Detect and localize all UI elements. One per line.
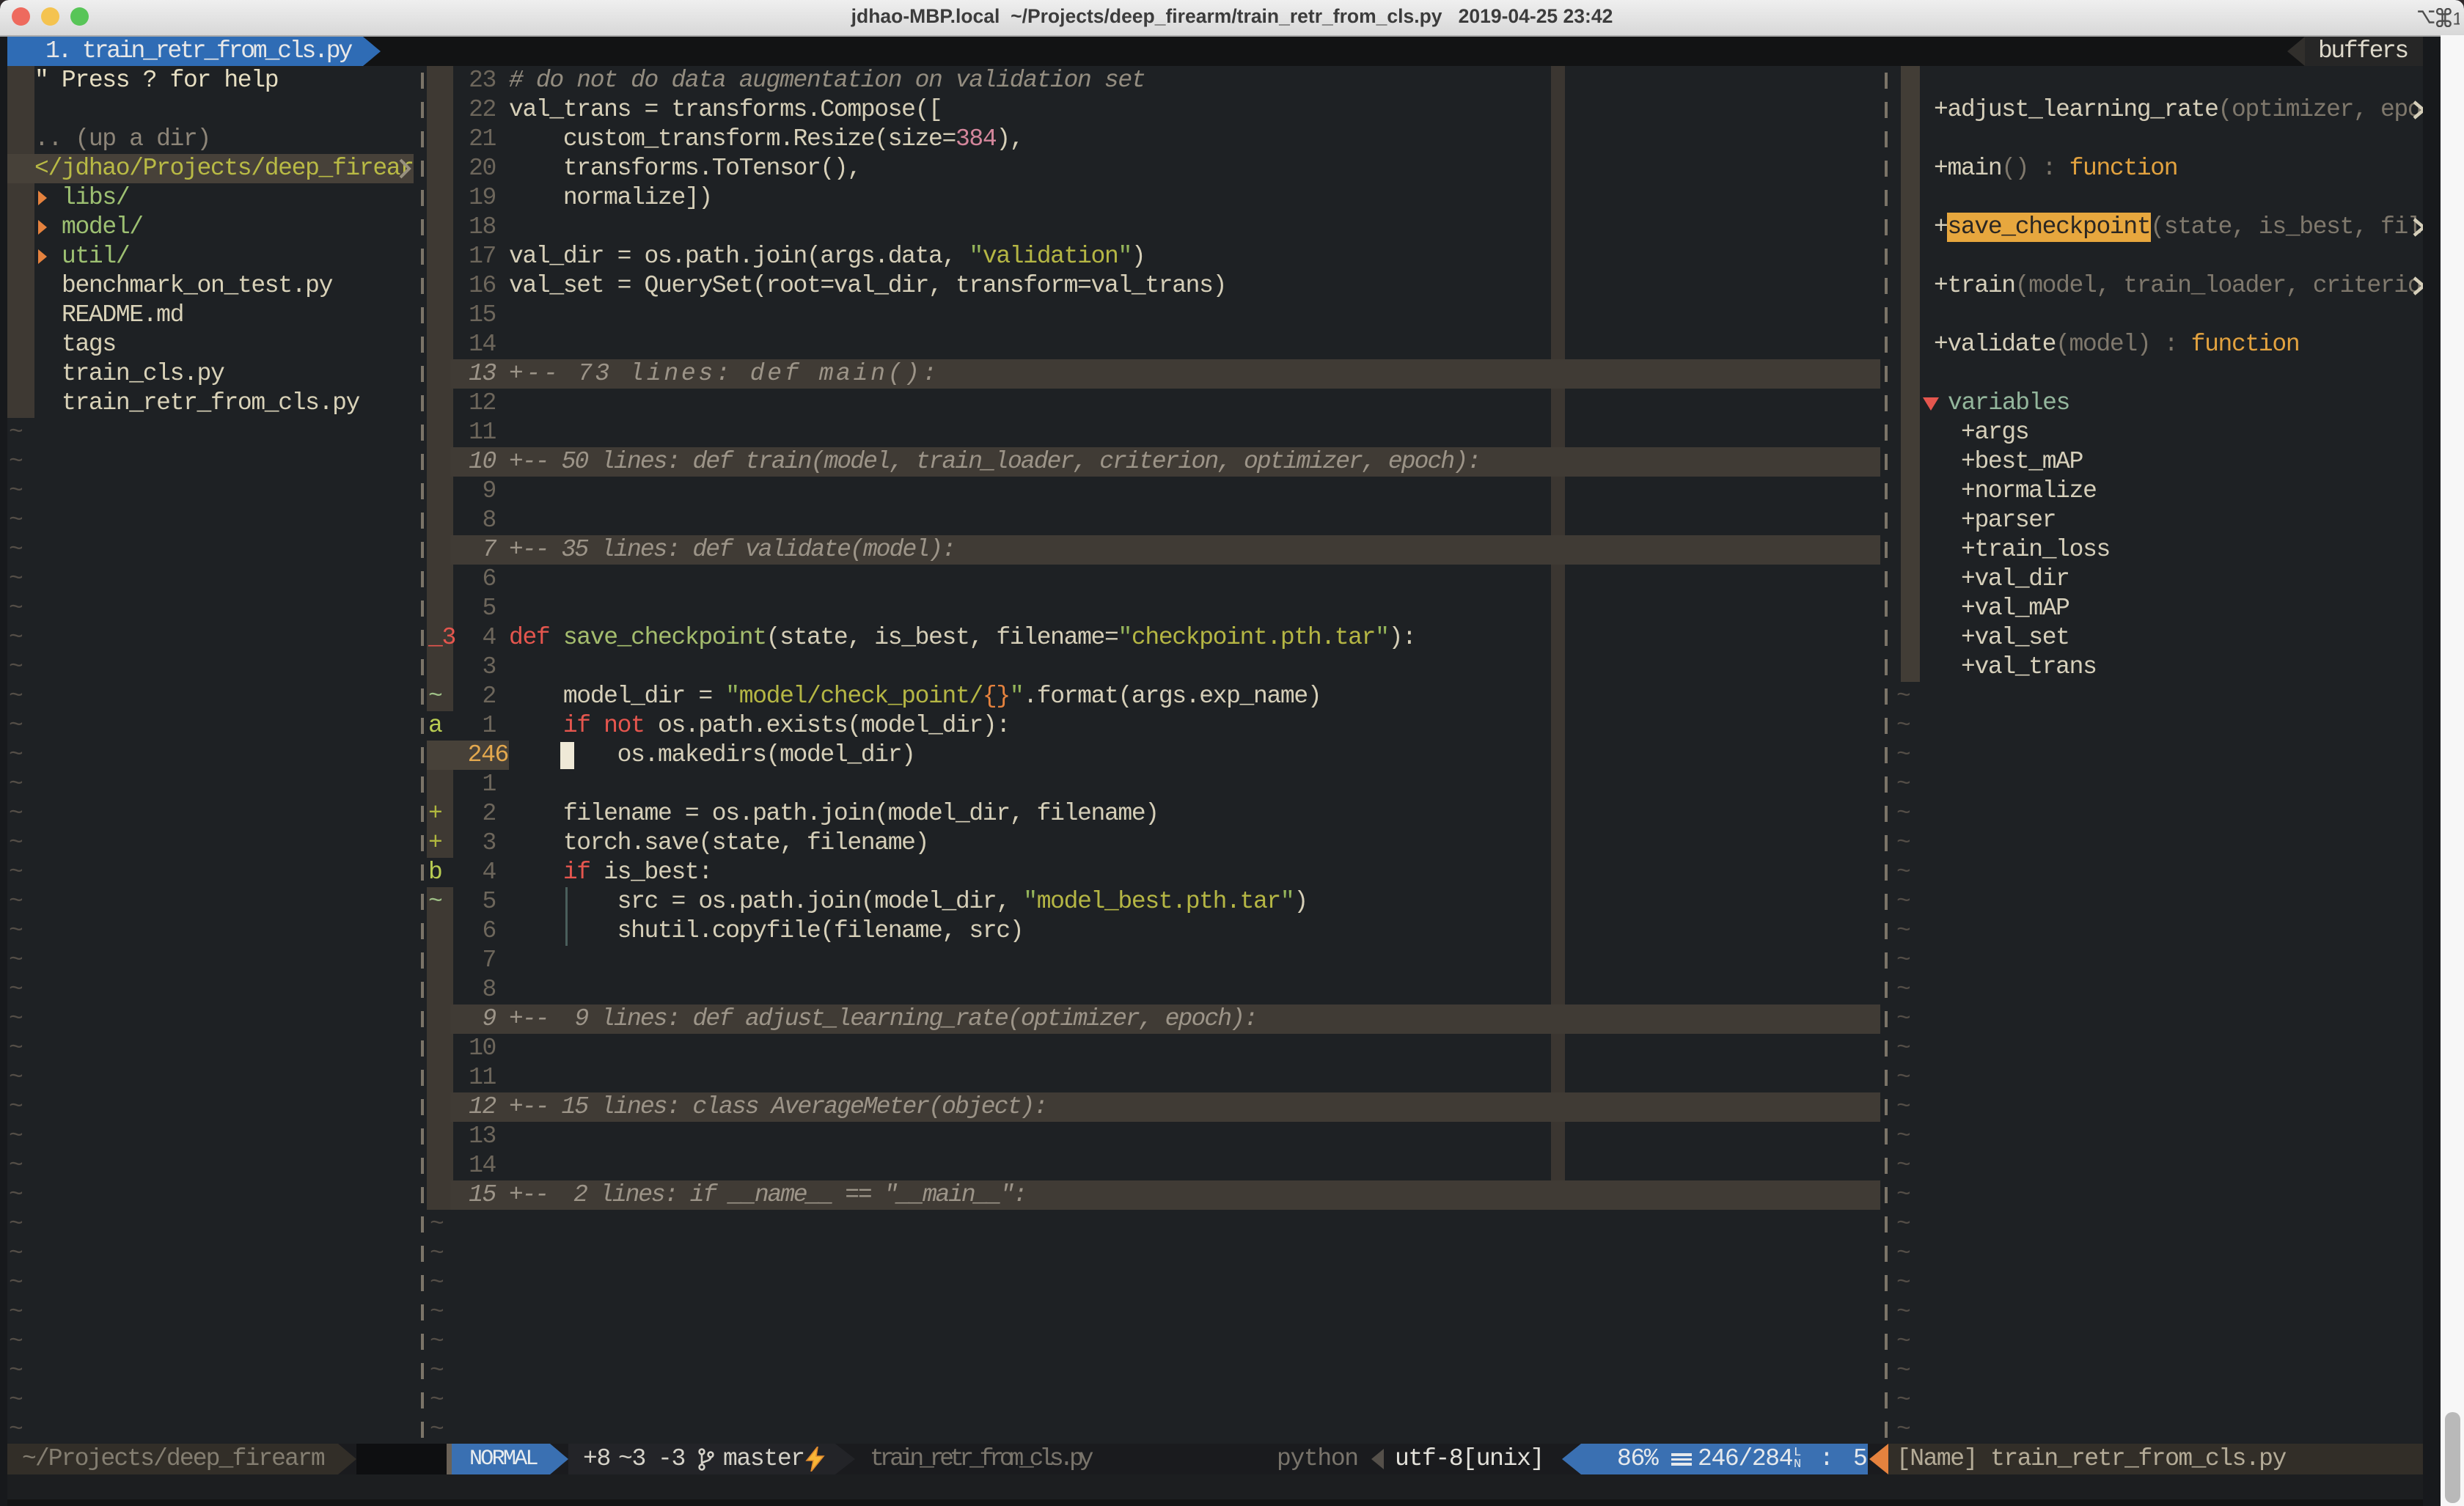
svg-text:1: 1 [2453,9,2460,27]
